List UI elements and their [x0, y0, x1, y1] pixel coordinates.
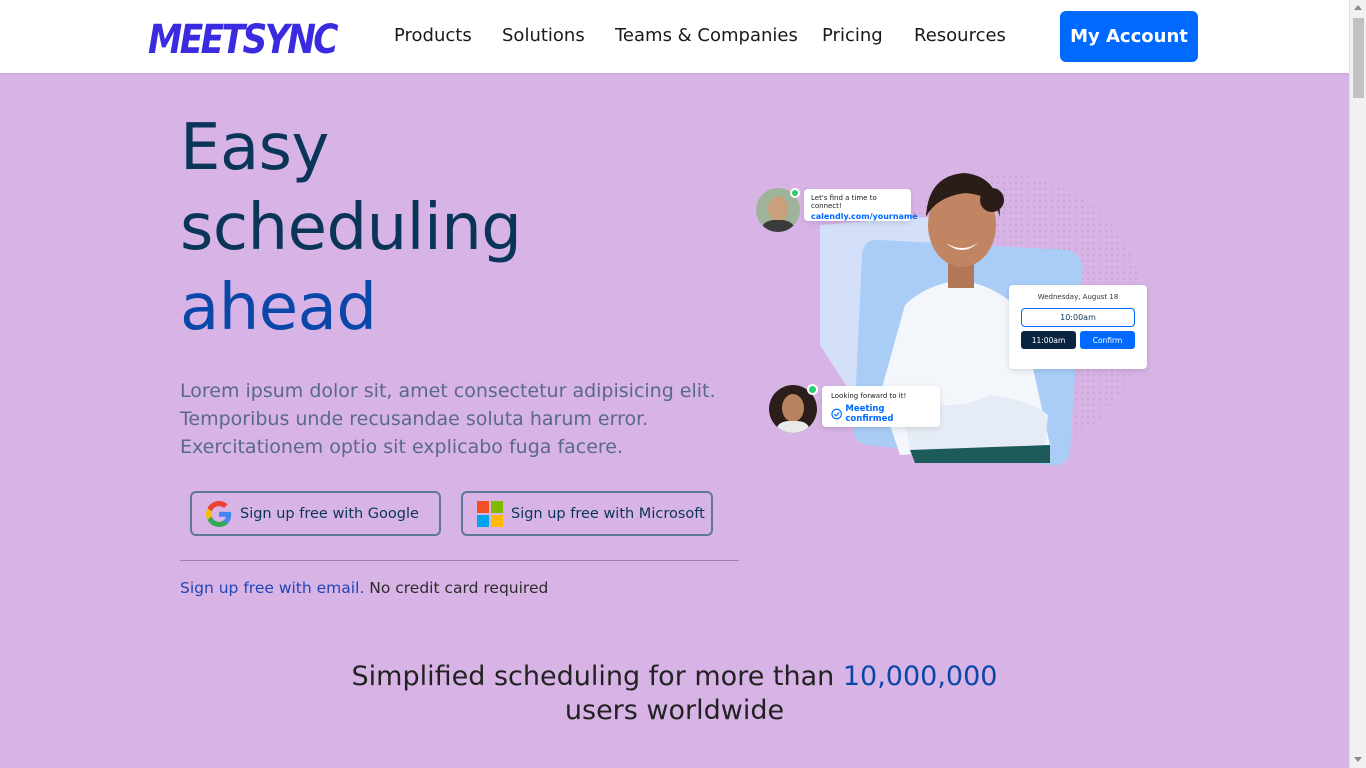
google-icon: [206, 500, 232, 527]
nav-teams-companies[interactable]: Teams & Companies: [615, 25, 798, 46]
hero-description: Lorem ipsum dolor sit, amet consectetur …: [180, 380, 716, 458]
microsoft-signup-button[interactable]: Sign up free with Microsoft: [461, 491, 713, 536]
scroll-down-icon[interactable]: [1354, 757, 1362, 762]
page-scrollbar[interactable]: [1349, 0, 1366, 768]
time-slot-11am: 11:00am: [1021, 331, 1076, 349]
chat-bubble-1: Let's find a time to connect! calendly.c…: [804, 189, 918, 221]
chat-bubble-2: Looking forward to it! Meeting confirmed: [822, 386, 940, 427]
stat-text-before: Simplified scheduling for more than: [351, 661, 843, 692]
users-stat-heading: Simplified scheduling for more than 10,0…: [0, 660, 1349, 728]
my-account-button[interactable]: My Account: [1060, 11, 1198, 62]
email-signup-link[interactable]: Sign up free with email.: [180, 579, 364, 597]
meetsync-logo[interactable]: MEETSYNC: [146, 16, 338, 58]
confirm-slot: Confirm: [1080, 331, 1135, 349]
microsoft-signup-label: Sign up free with Microsoft: [511, 505, 705, 522]
time-slot-10am: 10:00am: [1021, 308, 1135, 327]
microsoft-icon: [477, 500, 503, 527]
nav-pricing[interactable]: Pricing: [822, 25, 883, 46]
hero-illustration: Let's find a time to connect! calendly.c…: [750, 145, 1160, 475]
scroll-thumb[interactable]: [1353, 18, 1364, 98]
site-header: MEETSYNC Products Solutions Teams & Comp…: [0, 0, 1349, 73]
hero-title-line-1: Easy: [180, 111, 329, 185]
hero-title-line-3: ahead: [180, 271, 377, 345]
chat-bubble-1-text: Let's find a time to connect!: [811, 194, 877, 210]
scroll-up-icon[interactable]: [1354, 5, 1362, 10]
date-label: Wednesday, August 18: [1037, 293, 1119, 301]
google-signup-button[interactable]: Sign up free with Google: [190, 491, 441, 536]
check-circle-icon: [831, 408, 843, 420]
no-credit-card-note: No credit card required: [364, 579, 549, 597]
chat-bubble-1-link: calendly.com/yourname: [811, 212, 918, 221]
nav-solutions[interactable]: Solutions: [502, 25, 585, 46]
google-signup-label: Sign up free with Google: [240, 505, 419, 522]
online-status-icon: [790, 188, 800, 198]
nav-resources[interactable]: Resources: [914, 25, 1006, 46]
hero-title-line-2: scheduling: [180, 191, 522, 265]
meeting-confirmed-status: Meeting confirmed: [845, 404, 894, 424]
logo-text: MEETSYNC: [148, 17, 338, 58]
online-status-icon-2: [807, 384, 818, 395]
divider: [180, 560, 739, 561]
stat-number: 10,000,000: [842, 661, 998, 692]
stat-text-after: users worldwide: [564, 695, 785, 726]
email-signup-line: Sign up free with email. No credit card …: [180, 579, 548, 597]
nav-products[interactable]: Products: [394, 25, 472, 46]
chat-bubble-2-text: Looking forward to it!: [831, 392, 907, 400]
time-picker-card: Wednesday, August 18 10:00am 11:00am Con…: [1009, 285, 1147, 369]
